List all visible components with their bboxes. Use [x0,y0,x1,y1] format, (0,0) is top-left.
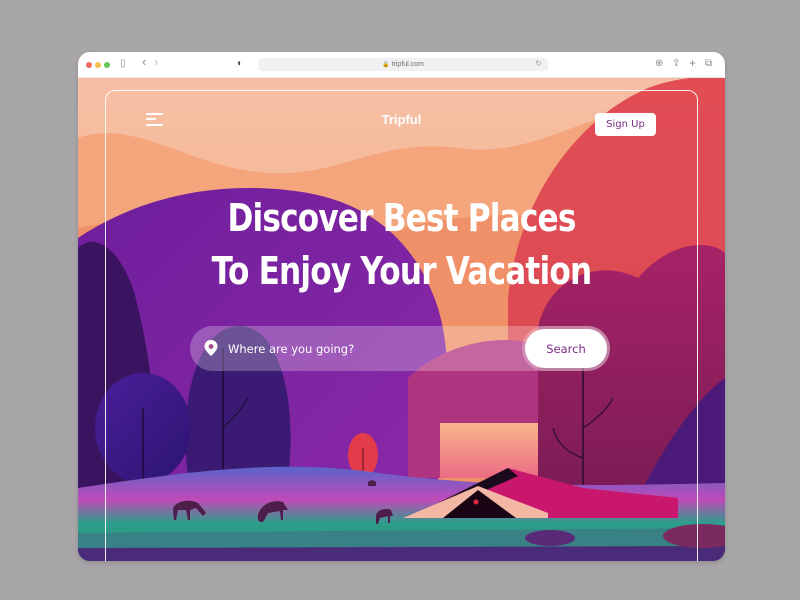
download-icon[interactable]: ⊕ [655,58,663,70]
hero-line-1: Discover Best Places [227,196,576,240]
chevron-left-icon[interactable]: ‹ [142,55,146,68]
shield-half-icon[interactable]: ◐ [237,58,243,70]
search-button[interactable]: Search [525,329,607,368]
landscape-illustration [78,78,725,561]
destination-search-input[interactable] [226,338,510,360]
close-window-button[interactable] [86,62,92,68]
browser-toolbar: ▯ ‹ › ◐ 🔒 tripful.com ↻ ⊕ ⇪ + ⧉ [78,52,725,78]
address-bar[interactable]: 🔒 tripful.com ↻ [258,58,548,71]
location-pin-icon [204,340,218,356]
browser-window: ▯ ‹ › ◐ 🔒 tripful.com ↻ ⊕ ⇪ + ⧉ Tripful … [78,52,725,561]
search-bar: Search [190,326,610,371]
plus-icon[interactable]: + [689,57,696,69]
maximize-window-button[interactable] [104,62,110,68]
sidebar-icon[interactable]: ▯ [120,58,126,70]
reload-icon[interactable]: ↻ [535,59,542,68]
chevron-right-icon[interactable]: › [154,55,158,68]
lock-icon: 🔒 [382,62,390,68]
url-text: tripful.com [391,61,424,68]
minimize-window-button[interactable] [95,62,101,68]
hero-illustration [78,78,725,561]
sign-up-button[interactable]: Sign Up [595,113,656,136]
share-icon[interactable]: ⇪ [672,58,680,70]
tabs-overview-icon[interactable]: ⧉ [705,58,712,70]
hero-headline: Discover Best Places To Enjoy Your Vacat… [136,192,667,298]
hero-line-2: To Enjoy Your Vacation [211,249,592,293]
